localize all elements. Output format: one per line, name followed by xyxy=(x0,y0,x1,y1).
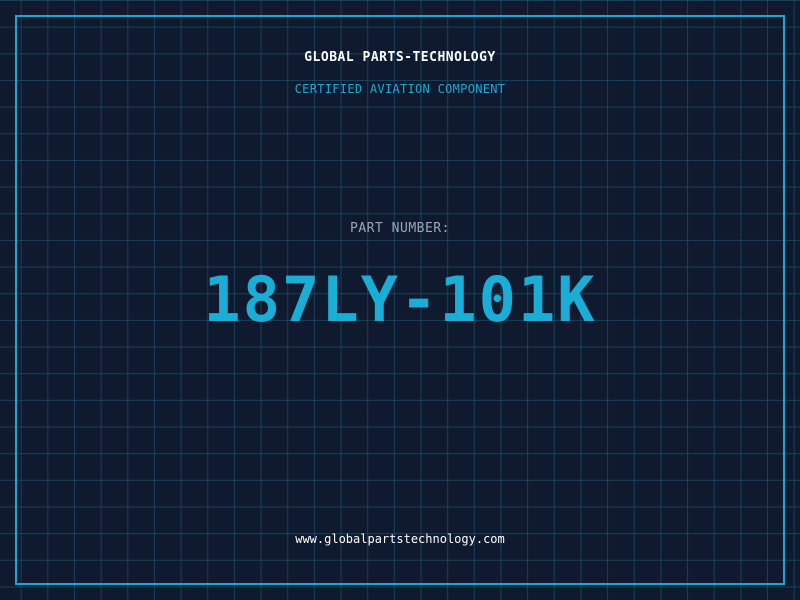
website-url[interactable]: www.globalpartstechnology.com xyxy=(0,529,800,549)
company-name: GLOBAL PARTS-TECHNOLOGY xyxy=(304,50,496,65)
part-number-label: PART NUMBER: xyxy=(350,221,450,236)
part-number-value: 187LY-101K xyxy=(203,263,597,336)
certification-subtitle: CERTIFIED AVIATION COMPONENT xyxy=(294,82,506,96)
